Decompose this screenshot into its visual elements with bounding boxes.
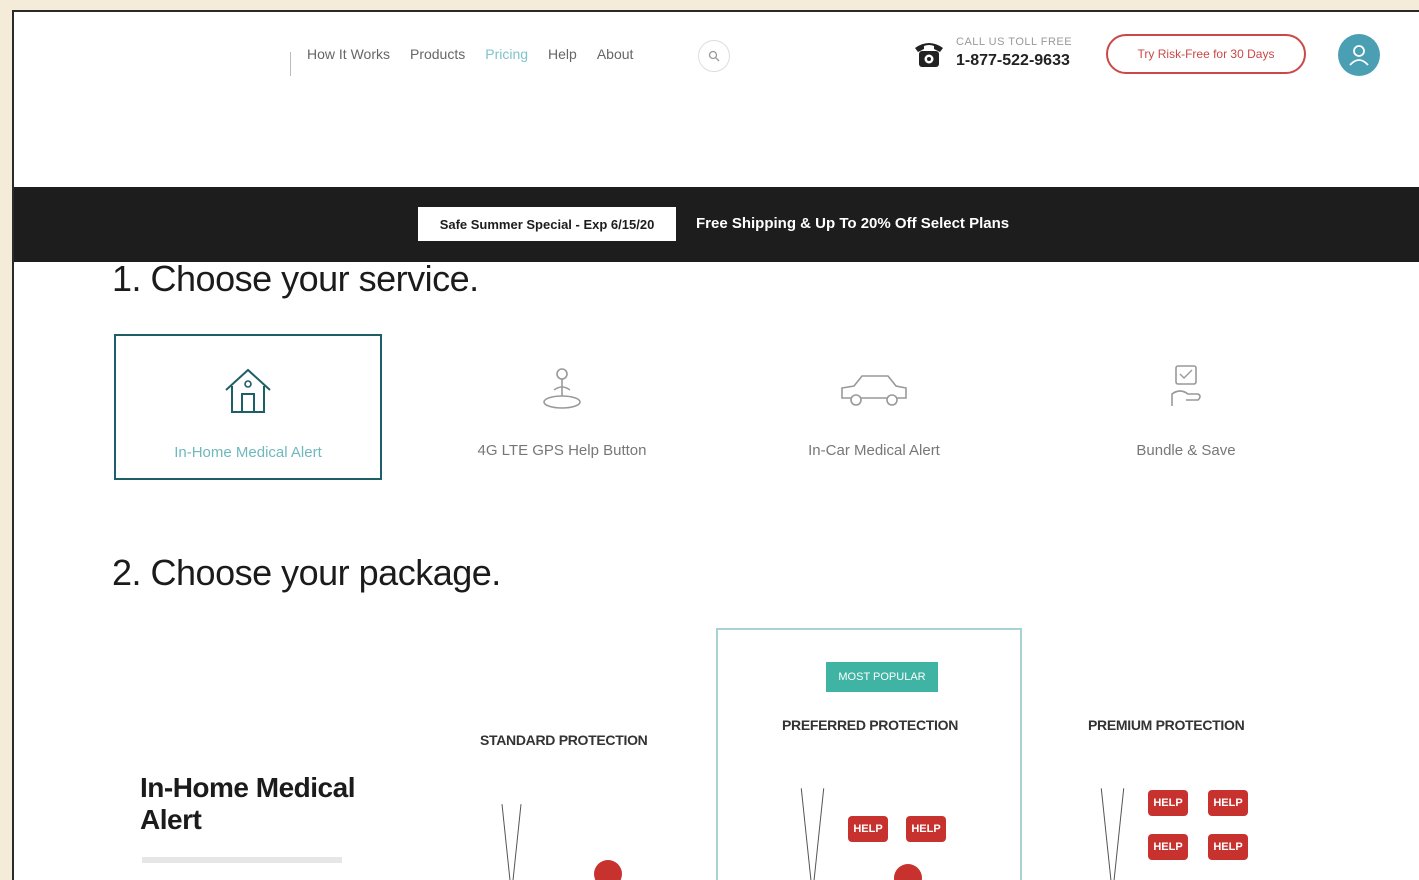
package-product-title: In-Home Medical Alert <box>140 772 355 835</box>
bundle-icon <box>1171 365 1201 406</box>
house-icon <box>225 368 271 413</box>
nav-help[interactable]: Help <box>548 46 577 62</box>
service-label: In-Home Medical Alert <box>174 444 322 461</box>
service-label: In-Car Medical Alert <box>808 442 940 459</box>
nav-how-it-works[interactable]: How It Works <box>307 46 390 62</box>
pendant-cord <box>511 804 522 880</box>
package-preferred-label[interactable]: PREFERRED PROTECTION <box>782 717 958 733</box>
user-icon <box>1349 45 1369 66</box>
service-in-home[interactable]: In-Home Medical Alert <box>114 334 382 480</box>
choose-service-heading: 1. Choose your service. <box>112 258 479 299</box>
nav-products[interactable]: Products <box>410 46 465 62</box>
package-subtitle-line <box>142 857 342 863</box>
pendant-device <box>588 854 628 880</box>
choose-package-heading: 2. Choose your package. <box>112 552 501 593</box>
pendant-cord <box>1100 788 1113 880</box>
package-premium-label[interactable]: PREMIUM PROTECTION <box>1088 717 1245 733</box>
try-risk-free-button[interactable]: Try Risk-Free for 30 Days <box>1106 34 1306 74</box>
gps-button-icon <box>543 368 581 409</box>
account-avatar[interactable] <box>1338 34 1380 76</box>
package-standard-label[interactable]: STANDARD PROTECTION <box>480 732 648 748</box>
help-button-tag: HELP <box>1148 834 1188 860</box>
nav-pricing[interactable]: Pricing <box>485 46 528 62</box>
service-bundle[interactable]: Bundle & Save <box>1052 334 1320 480</box>
help-button-tag: HELP <box>1148 790 1188 816</box>
car-icon <box>841 375 907 406</box>
promo-text: Free Shipping & Up To 20% Off Select Pla… <box>696 215 1010 232</box>
service-label: Bundle & Save <box>1136 442 1236 459</box>
nav-divider <box>290 52 291 76</box>
phone-label: CALL US TOLL FREE <box>956 36 1073 48</box>
search-button[interactable] <box>698 40 730 72</box>
help-button-tag: HELP <box>1208 790 1248 816</box>
pendant-cord <box>501 804 512 880</box>
service-in-car[interactable]: In-Car Medical Alert <box>740 334 1008 480</box>
search-icon <box>708 50 720 62</box>
help-button-tag: HELP <box>906 816 946 842</box>
site-header: How It Works Products Pricing Help About… <box>14 12 1419 187</box>
most-popular-badge: MOST POPULAR <box>826 662 938 692</box>
help-button-tag: HELP <box>1208 834 1248 860</box>
pendant-cord <box>1112 788 1125 880</box>
main-nav: How It Works Products Pricing Help About <box>307 46 633 62</box>
page-frame: How It Works Products Pricing Help About… <box>12 10 1419 880</box>
help-button-tag: HELP <box>848 816 888 842</box>
service-gps-button[interactable]: 4G LTE GPS Help Button <box>428 334 696 480</box>
phone-number[interactable]: 1-877-522-9633 <box>956 52 1070 70</box>
phone-icon <box>915 43 943 67</box>
promo-bar: Safe Summer Special - Exp 6/15/20 Free S… <box>14 187 1419 262</box>
nav-about[interactable]: About <box>597 46 634 62</box>
service-label: 4G LTE GPS Help Button <box>477 442 647 459</box>
promo-badge: Safe Summer Special - Exp 6/15/20 <box>418 207 676 241</box>
